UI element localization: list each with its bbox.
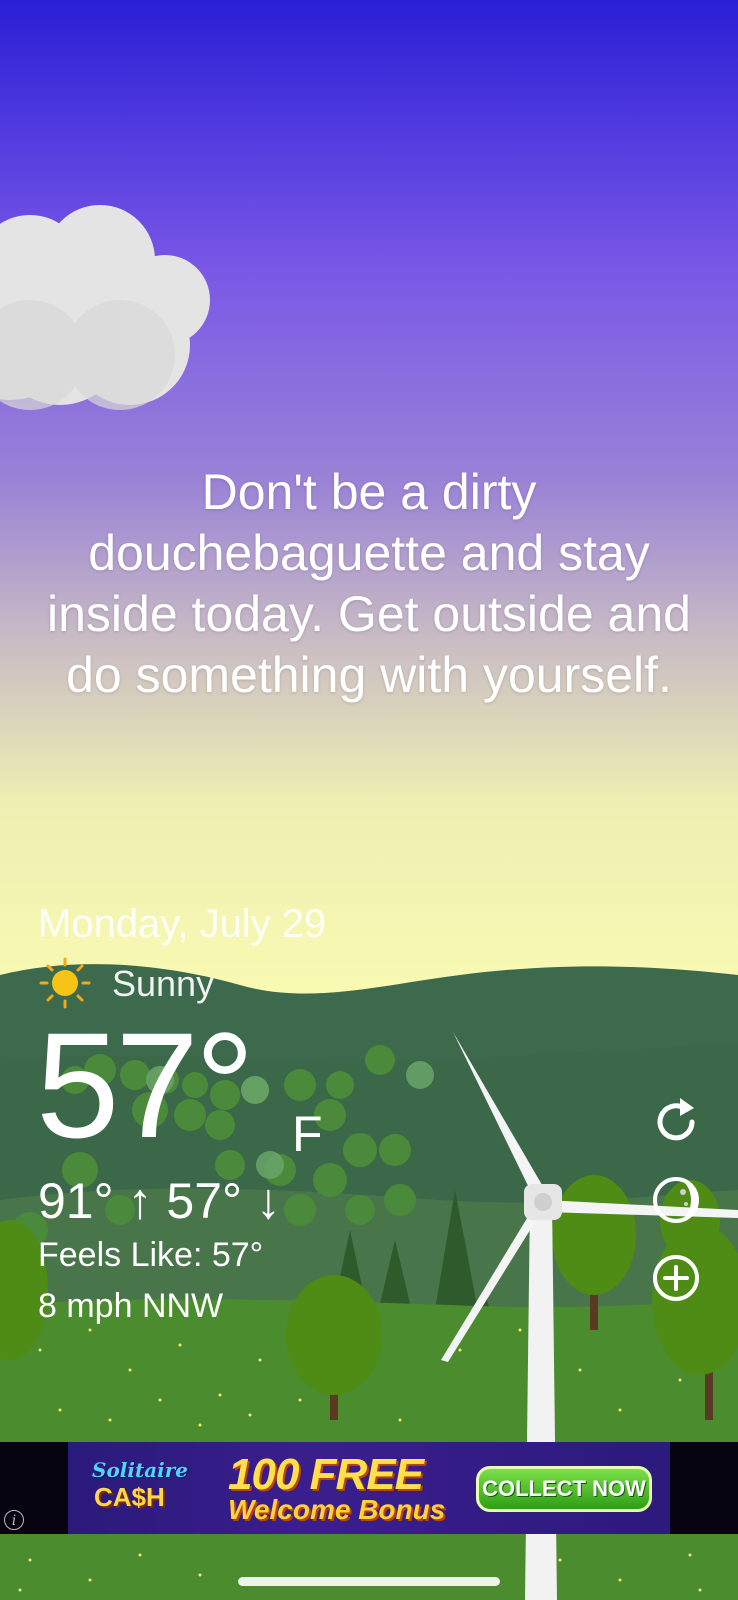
condition-label: Sunny <box>112 963 215 1004</box>
ad-info-icon[interactable]: i <box>4 1510 24 1530</box>
home-indicator[interactable] <box>238 1577 500 1586</box>
ad-banner[interactable]: Solitaire CA$H 100 FREE Welcome Bonus CO… <box>0 1442 738 1534</box>
ad-logo-solitaire: Solitaire <box>92 1458 189 1482</box>
current-temperature: 57° <box>36 1001 255 1169</box>
weather-message: Don't be a dirty douchebaguette and stay… <box>47 464 691 703</box>
weather-scene <box>0 0 738 1600</box>
ad-subline: Welcome Bonus <box>228 1494 446 1525</box>
refresh-icon[interactable] <box>648 1094 704 1150</box>
sun-icon <box>39 957 91 1009</box>
moon-toggle-icon[interactable] <box>648 1172 704 1228</box>
collect-now-button[interactable]: COLLECT NOW <box>476 1466 652 1512</box>
high-low-temperature: 91° ↑ 57° ↓ <box>38 1173 281 1229</box>
ad-headline: 100 FREE <box>228 1450 424 1499</box>
ad-creative[interactable]: Solitaire CA$H 100 FREE Welcome Bonus CO… <box>68 1442 670 1534</box>
add-location-icon[interactable] <box>648 1250 704 1306</box>
forecast-date: Monday, July 29 <box>38 902 327 946</box>
temperature-unit[interactable]: F <box>292 1105 323 1163</box>
cloud-shade <box>0 300 175 410</box>
wind-speed: 8 mph NNW <box>38 1287 224 1325</box>
feels-like: Feels Like: 57° <box>38 1236 264 1274</box>
ad-logo-cash: CA$H <box>94 1482 165 1512</box>
